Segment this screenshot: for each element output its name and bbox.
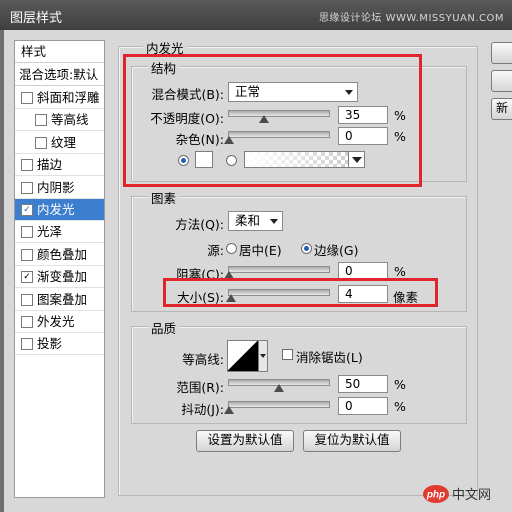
range-slider[interactable] bbox=[228, 379, 330, 392]
styles-list: 样式 混合选项:默认 斜面和浮雕等高线纹理描边内阴影 ✓ 内发光光泽颜色叠加 ✓ 渐变叠… bbox=[14, 40, 105, 498]
jitter-slider-thumb[interactable] bbox=[224, 406, 234, 414]
sidebar-item-label: 渐变叠加 bbox=[37, 269, 88, 285]
contour-label: 等高线: bbox=[182, 352, 224, 367]
jitter-slider[interactable] bbox=[224, 401, 330, 414]
contour-preview[interactable] bbox=[227, 340, 259, 372]
jitter-label: 抖动(J): bbox=[181, 402, 224, 417]
source-label: 源: bbox=[207, 243, 224, 258]
styles-header[interactable]: 样式 bbox=[15, 41, 104, 63]
set-default-button[interactable]: 设置为默认值 bbox=[196, 430, 294, 452]
sidebar-item-2[interactable]: 等高线 bbox=[15, 109, 104, 132]
source-edge-radio[interactable] bbox=[301, 243, 312, 254]
antialias-label[interactable]: 消除锯齿(L) bbox=[296, 347, 363, 366]
sidebar-item-12[interactable]: 投影 bbox=[15, 333, 104, 356]
quality-title: 品质 bbox=[148, 318, 180, 337]
choke-slider[interactable] bbox=[224, 266, 330, 279]
sidebar-item-checkbox[interactable] bbox=[21, 181, 33, 194]
sidebar-item-11[interactable]: 外发光 bbox=[15, 311, 104, 333]
sidebar-item-label: 内阴影 bbox=[37, 179, 75, 195]
new-style-label: 新 bbox=[496, 101, 509, 115]
php-site-logo: php 中文网 bbox=[422, 482, 508, 506]
styles-header-label: 样式 bbox=[21, 44, 47, 59]
sidebar-item-6[interactable]: ✓ 内发光 bbox=[15, 199, 104, 221]
sidebar-item-label: 纹理 bbox=[51, 134, 77, 150]
sidebar-item-checkbox[interactable] bbox=[35, 136, 47, 149]
method-value: 柔和 bbox=[235, 213, 261, 228]
sidebar-item-label: 描边 bbox=[37, 157, 63, 173]
sidebar-item-3[interactable]: 纹理 bbox=[15, 132, 104, 154]
sidebar-item-8[interactable]: 颜色叠加 bbox=[15, 244, 104, 266]
elements-title: 图素 bbox=[148, 188, 180, 207]
sidebar-item-checkbox[interactable] bbox=[21, 92, 33, 104]
reset-default-button[interactable]: 复位为默认值 bbox=[303, 430, 401, 452]
choke-unit: % bbox=[394, 264, 406, 279]
sidebar-item-9[interactable]: ✓ 渐变叠加 bbox=[15, 266, 104, 289]
jitter-input[interactable]: 0 bbox=[338, 397, 388, 415]
sidebar-item-checkbox[interactable]: ✓ bbox=[21, 271, 33, 284]
sidebar-item-checkbox[interactable] bbox=[21, 159, 33, 172]
range-input[interactable]: 50 bbox=[338, 375, 388, 393]
sidebar-item-checkbox[interactable] bbox=[35, 114, 47, 127]
sidebar-item-label: 图案叠加 bbox=[37, 291, 88, 307]
window-title: 图层样式 bbox=[10, 11, 63, 26]
ok-button[interactable] bbox=[491, 42, 512, 64]
jitter-unit: % bbox=[394, 399, 406, 414]
range-unit: % bbox=[394, 377, 406, 392]
blend-options-label: 混合选项:默认 bbox=[19, 67, 99, 82]
structure-highlight-box bbox=[123, 54, 422, 187]
source-center-label[interactable]: 居中(E) bbox=[239, 240, 282, 259]
php-logo-icon: php 中文网 bbox=[423, 485, 491, 503]
sidebar-item-label: 颜色叠加 bbox=[37, 246, 88, 262]
svg-text:php: php bbox=[426, 490, 445, 501]
cancel-button[interactable] bbox=[491, 70, 512, 92]
size-highlight-box bbox=[163, 278, 438, 307]
range-label: 范围(R): bbox=[176, 380, 224, 395]
sidebar-item-4[interactable]: 描边 bbox=[15, 154, 104, 177]
antialias-checkbox[interactable] bbox=[282, 349, 293, 360]
sidebar-item-label: 内发光 bbox=[37, 202, 75, 217]
php-logo-label: 中文网 bbox=[452, 488, 491, 503]
sidebar-item-checkbox[interactable] bbox=[21, 338, 33, 351]
sidebar-item-label: 外发光 bbox=[37, 314, 75, 329]
sidebar-item-checkbox[interactable] bbox=[21, 293, 33, 306]
sidebar-item-checkbox[interactable] bbox=[21, 226, 33, 239]
sidebar-item-label: 投影 bbox=[37, 336, 63, 352]
chevron-down-icon bbox=[270, 219, 278, 224]
sidebar-item-7[interactable]: 光泽 bbox=[15, 221, 104, 244]
source-edge-label[interactable]: 边缘(G) bbox=[314, 240, 358, 259]
sidebar-item-10[interactable]: 图案叠加 bbox=[15, 289, 104, 311]
blend-options-item[interactable]: 混合选项:默认 bbox=[15, 64, 104, 86]
method-select[interactable]: 柔和 bbox=[228, 211, 283, 231]
contour-curve-icon bbox=[228, 341, 258, 371]
sidebar-item-checkbox[interactable] bbox=[21, 316, 33, 328]
sidebar-item-5[interactable]: 内阴影 bbox=[15, 177, 104, 199]
sidebar-item-checkbox[interactable]: ✓ bbox=[21, 204, 33, 216]
range-slider-thumb[interactable] bbox=[274, 384, 284, 392]
sidebar-item-1[interactable]: 斜面和浮雕 bbox=[15, 87, 104, 109]
method-label: 方法(Q): bbox=[175, 217, 224, 232]
sidebar-item-label: 等高线 bbox=[51, 112, 89, 128]
source-center-radio[interactable] bbox=[226, 243, 237, 254]
sidebar-item-label: 斜面和浮雕 bbox=[37, 90, 100, 105]
watermark-text: 思缘设计论坛 WWW.MISSYUAN.COM bbox=[318, 13, 504, 24]
sidebar-item-checkbox[interactable] bbox=[21, 248, 33, 261]
sidebar-item-label: 光泽 bbox=[37, 224, 63, 240]
new-style-button[interactable]: 新 bbox=[491, 98, 512, 120]
contour-dropdown[interactable] bbox=[258, 340, 268, 372]
